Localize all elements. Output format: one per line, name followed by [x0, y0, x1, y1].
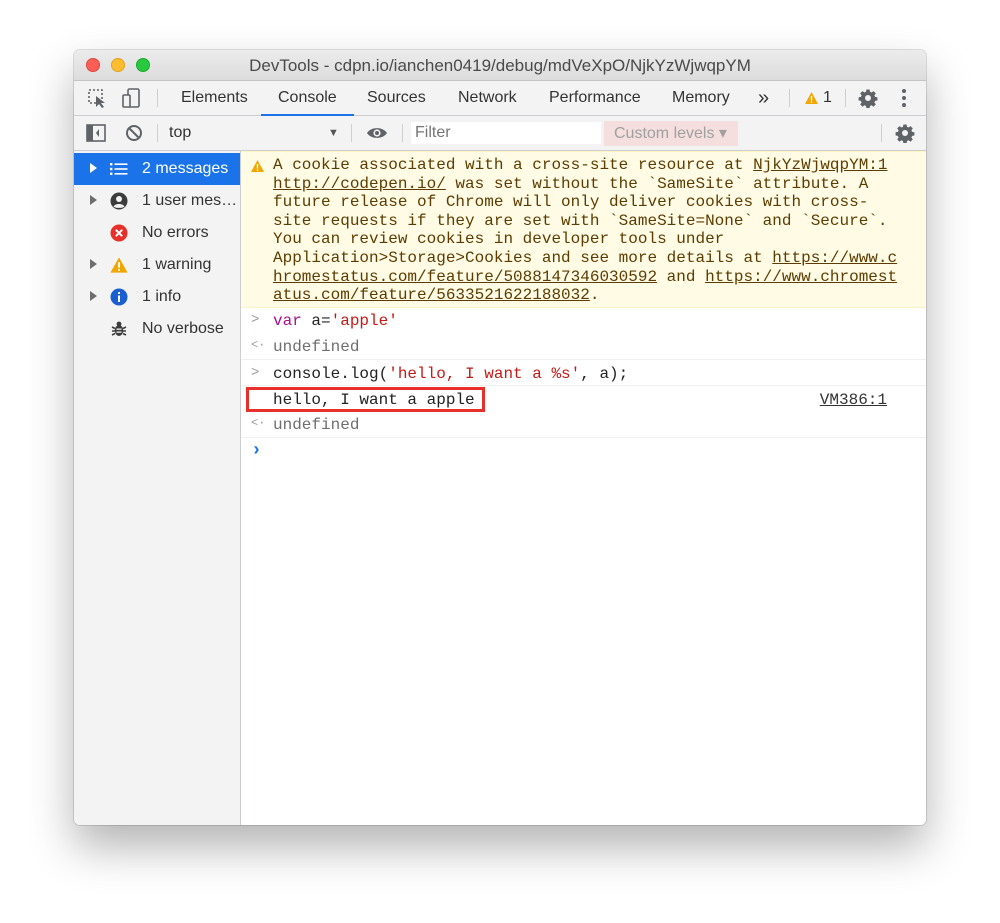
console-sidebar: 2 messages 1 user mes… No errors 1 warni…	[74, 151, 241, 825]
tab-divider	[157, 89, 158, 107]
code-text: console.log(	[273, 365, 389, 383]
more-options-icon[interactable]	[892, 81, 916, 115]
tab-console[interactable]: Console	[261, 81, 354, 116]
chromestatus-link-1[interactable]: https://www.c	[772, 249, 897, 267]
sidebar-item-info[interactable]: 1 info	[74, 281, 240, 313]
devtools-window: DevTools - cdpn.io/ianchen0419/debug/mdV…	[74, 50, 926, 825]
context-dropdown-arrow-icon[interactable]: ▼	[328, 127, 339, 139]
warning-line: and	[657, 267, 706, 286]
sidebar-item-label: 1 info	[142, 288, 182, 305]
chromestatus-link-2[interactable]: https://www.chromest	[705, 268, 897, 286]
sidebar-item-messages[interactable]: 2 messages	[74, 153, 240, 185]
result-value: undefined	[273, 416, 360, 434]
console-result-row: <· undefined	[241, 412, 926, 438]
tab-divider	[789, 89, 790, 107]
code-text: a=	[301, 312, 331, 330]
expand-arrow-icon[interactable]	[90, 163, 97, 173]
code-text: , a);	[580, 365, 629, 383]
expand-arrow-icon[interactable]	[90, 195, 97, 205]
toolbar-divider	[351, 124, 352, 142]
warning-line: A cookie associated with a cross-site re…	[273, 156, 754, 174]
tab-sources[interactable]: Sources	[363, 81, 430, 115]
toolbar-divider	[157, 124, 158, 142]
input-code: var a='apple'	[273, 312, 398, 330]
toggle-sidebar-icon[interactable]	[84, 116, 108, 150]
warning-line: Application>Storage>Cookies and see more…	[273, 248, 773, 267]
code-string: 'apple'	[330, 312, 398, 330]
result-arrow-icon: <·	[251, 338, 266, 352]
chromestatus-link-1-cont[interactable]: hromestatus.com/feature/5088147346030592	[273, 268, 657, 286]
tab-performance[interactable]: Performance	[545, 81, 645, 115]
live-expression-eye-icon[interactable]	[364, 116, 390, 150]
log-levels-dropdown[interactable]: Custom levels ▾	[604, 121, 738, 146]
more-tabs-button[interactable]: »	[754, 81, 773, 115]
warning-icon	[805, 92, 818, 104]
list-icon	[110, 160, 128, 178]
sidebar-item-warnings[interactable]: 1 warning	[74, 249, 240, 281]
title-bar: DevTools - cdpn.io/ianchen0419/debug/mdV…	[74, 50, 926, 81]
settings-gear-icon[interactable]	[855, 81, 881, 115]
input-code: console.log('hello, I want a %s', a);	[273, 365, 628, 383]
clear-console-icon[interactable]	[122, 116, 146, 150]
warning-text: A cookie associated with a cross-site re…	[273, 156, 903, 305]
highlight-box	[246, 387, 485, 412]
result-arrow-icon: <·	[251, 416, 266, 430]
console-input-row: > console.log('hello, I want a %s', a);	[241, 360, 926, 386]
expand-arrow-icon[interactable]	[90, 259, 97, 269]
inspect-element-icon[interactable]	[84, 81, 110, 115]
input-prompt-icon: >	[251, 365, 260, 381]
panel-tab-bar: Elements Console Sources Network Perform…	[74, 81, 926, 116]
tab-network[interactable]: Network	[454, 81, 521, 115]
bug-icon	[110, 320, 128, 338]
sidebar-item-verbose[interactable]: No verbose	[74, 313, 240, 345]
error-icon	[110, 224, 128, 242]
expand-arrow-icon[interactable]	[90, 291, 97, 301]
console-input-row: > var a='apple'	[241, 308, 926, 334]
sidebar-item-label: 1 warning	[142, 256, 212, 273]
warning-line: was set without the `SameSite` attribute…	[445, 174, 869, 193]
log-source-link[interactable]: VM386:1	[820, 391, 887, 409]
console-settings-gear-icon[interactable]	[892, 116, 918, 150]
codepen-link[interactable]: http://codepen.io/	[273, 175, 446, 193]
device-toolbar-icon[interactable]	[118, 81, 144, 115]
console-toolbar: top ▼ Filter Custom levels ▾	[74, 116, 926, 151]
tab-memory[interactable]: Memory	[668, 81, 734, 115]
console-output: A cookie associated with a cross-site re…	[241, 151, 926, 825]
prompt-chevron-icon: ›	[251, 441, 262, 461]
warning-icon	[250, 159, 265, 178]
warning-line: site requests if they are set with `Same…	[273, 211, 888, 230]
cookie-warning-message: A cookie associated with a cross-site re…	[241, 151, 926, 308]
filter-input[interactable]: Filter	[411, 122, 601, 144]
toolbar-divider	[402, 124, 403, 142]
warning-icon	[110, 256, 128, 274]
chromestatus-link-2-cont[interactable]: atus.com/feature/5633521622188032	[273, 286, 590, 304]
console-prompt-row[interactable]: ›	[241, 438, 926, 466]
toolbar-divider	[881, 124, 882, 142]
code-string: 'hello, I want a %s'	[388, 365, 581, 383]
warning-source-link[interactable]: NjkYzWjwqpYM:1	[753, 156, 887, 174]
warnings-counter[interactable]: 1	[804, 81, 844, 115]
input-prompt-icon: >	[251, 312, 260, 328]
warning-count: 1	[823, 89, 832, 106]
context-selector[interactable]: top	[169, 124, 191, 142]
warning-line: You can review cookies in developer tool…	[273, 230, 725, 249]
sidebar-item-label: No verbose	[142, 320, 224, 337]
console-result-row: <· undefined	[241, 334, 926, 360]
tab-divider	[845, 89, 846, 107]
user-icon	[110, 192, 128, 210]
sidebar-item-label: 1 user mes…	[142, 192, 238, 209]
sidebar-item-user-messages[interactable]: 1 user mes…	[74, 185, 240, 217]
window-title: DevTools - cdpn.io/ianchen0419/debug/mdV…	[249, 56, 751, 75]
tab-elements[interactable]: Elements	[177, 81, 252, 115]
sidebar-item-errors[interactable]: No errors	[74, 217, 240, 249]
sidebar-item-label: No errors	[142, 224, 209, 241]
code-keyword: var	[273, 312, 302, 330]
warning-line: future release of Chrome will only deliv…	[273, 193, 869, 212]
warning-line: .	[589, 286, 600, 305]
sidebar-item-label: 2 messages	[142, 160, 229, 177]
result-value: undefined	[273, 338, 360, 356]
info-icon	[110, 288, 128, 306]
